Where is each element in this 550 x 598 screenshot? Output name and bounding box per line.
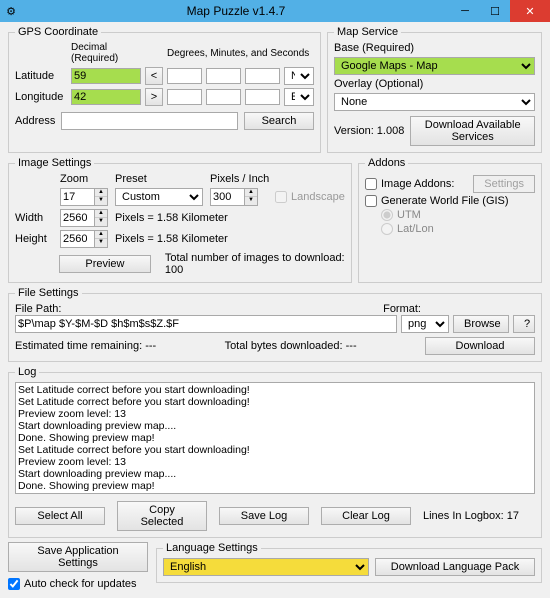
longitude-label: Longitude (15, 91, 67, 103)
landscape-label: Landscape (291, 191, 345, 203)
height-spinner[interactable]: ▲▼ (60, 230, 110, 248)
zoom-label: Zoom (60, 173, 110, 185)
ppi-label: Pixels / Inch (210, 173, 270, 185)
total-images-label: Total number of images to download: 100 (165, 252, 345, 276)
address-label: Address (15, 115, 55, 127)
zoom-spinner[interactable]: ▲▼ (60, 188, 110, 206)
lon-ew-select[interactable]: E (284, 88, 314, 106)
overlay-select[interactable]: None (334, 93, 535, 111)
height-label: Height (15, 233, 55, 245)
lat-convert-button[interactable]: < (145, 67, 163, 85)
lat-ns-select[interactable]: N (284, 67, 314, 85)
browse-button[interactable]: Browse (453, 315, 509, 333)
lon-min-input[interactable] (206, 89, 241, 105)
auto-check-label: Auto check for updates (24, 578, 137, 590)
image-settings-group: Image Settings Zoom Preset Pixels / Inch… (8, 157, 352, 283)
bytes-label: Total bytes downloaded: --- (225, 340, 357, 352)
log-legend: Log (15, 366, 39, 378)
latlon-label: Lat/Lon (397, 223, 434, 235)
width-spinner[interactable]: ▲▼ (60, 209, 110, 227)
save-app-settings-button[interactable]: Save Application Settings (8, 542, 148, 572)
preset-select[interactable]: Custom (115, 188, 203, 206)
latitude-input[interactable] (71, 68, 141, 84)
close-button[interactable]: ✕ (510, 0, 550, 22)
lon-deg-input[interactable] (167, 89, 202, 105)
clear-log-button[interactable]: Clear Log (321, 507, 411, 525)
select-all-button[interactable]: Select All (15, 507, 105, 525)
language-settings-group: Language Settings English Download Langu… (156, 542, 542, 583)
address-input[interactable] (61, 112, 238, 130)
log-group: Log Select All Copy Selected Save Log Cl… (8, 366, 542, 538)
longitude-input[interactable] (71, 89, 141, 105)
map-service-group: Map Service Base (Required) Google Maps … (327, 26, 542, 153)
mapservice-legend: Map Service (334, 26, 401, 38)
gen-world-checkbox[interactable] (365, 195, 377, 207)
app-icon: ⚙ (0, 5, 22, 18)
auto-check-checkbox[interactable] (8, 578, 20, 590)
save-log-button[interactable]: Save Log (219, 507, 309, 525)
log-textarea[interactable] (15, 382, 535, 494)
latlon-radio (381, 223, 393, 235)
dms-header: Degrees, Minutes, and Seconds (167, 48, 314, 59)
width-info: Pixels = 1.58 Kilometer (115, 212, 345, 224)
landscape-checkbox (275, 191, 287, 203)
lon-sec-input[interactable] (245, 89, 280, 105)
decimal-header: Decimal (Required) (71, 42, 141, 64)
version-label: Version: 1.008 (334, 125, 404, 137)
addons-group: Addons Image Addons: Settings Generate W… (358, 157, 542, 283)
lang-legend: Language Settings (163, 542, 261, 554)
image-addons-checkbox[interactable] (365, 178, 377, 190)
image-addons-label: Image Addons: (381, 178, 454, 190)
filepath-label: File Path: (15, 303, 63, 315)
fileset-legend: File Settings (15, 287, 82, 299)
lat-sec-input[interactable] (245, 68, 280, 84)
height-info: Pixels = 1.58 Kilometer (115, 233, 345, 245)
lat-deg-input[interactable] (167, 68, 202, 84)
window-title: Map Puzzle v1.4.7 (22, 4, 450, 18)
search-button[interactable]: Search (244, 112, 314, 130)
gps-legend: GPS Coordinate (15, 26, 101, 38)
imgset-legend: Image Settings (15, 157, 94, 169)
minimize-button[interactable]: ─ (450, 0, 480, 22)
base-select[interactable]: Google Maps - Map (334, 57, 535, 75)
file-settings-group: File Settings File Path: Format: png Bro… (8, 287, 542, 362)
ppi-spinner[interactable]: ▲▼ (210, 188, 270, 206)
overlay-label: Overlay (Optional) (334, 78, 535, 90)
maximize-button[interactable]: ☐ (480, 0, 510, 22)
eta-label: Estimated time remaining: --- (15, 340, 156, 352)
utm-radio (381, 209, 393, 221)
lon-convert-button[interactable]: > (145, 88, 163, 106)
language-select[interactable]: English (163, 558, 369, 576)
lat-min-input[interactable] (206, 68, 241, 84)
format-label: Format: (383, 303, 421, 315)
width-label: Width (15, 212, 55, 224)
gps-coordinate-group: GPS Coordinate Decimal (Required) Degree… (8, 26, 321, 153)
filepath-input[interactable] (15, 315, 397, 333)
base-label: Base (Required) (334, 42, 535, 54)
utm-label: UTM (397, 209, 421, 221)
format-select[interactable]: png (401, 315, 449, 333)
copy-selected-button[interactable]: Copy Selected (117, 501, 207, 531)
download-button[interactable]: Download (425, 337, 535, 355)
help-button[interactable]: ? (513, 315, 535, 333)
preset-label: Preset (115, 173, 205, 185)
download-language-pack-button[interactable]: Download Language Pack (375, 558, 535, 576)
addons-settings-button: Settings (473, 175, 535, 193)
addons-legend: Addons (365, 157, 408, 169)
titlebar: ⚙ Map Puzzle v1.4.7 ─ ☐ ✕ (0, 0, 550, 22)
latitude-label: Latitude (15, 70, 67, 82)
preview-button[interactable]: Preview (59, 255, 151, 273)
gen-world-label: Generate World File (GIS) (381, 195, 509, 207)
download-services-button[interactable]: Download Available Services (410, 116, 535, 146)
